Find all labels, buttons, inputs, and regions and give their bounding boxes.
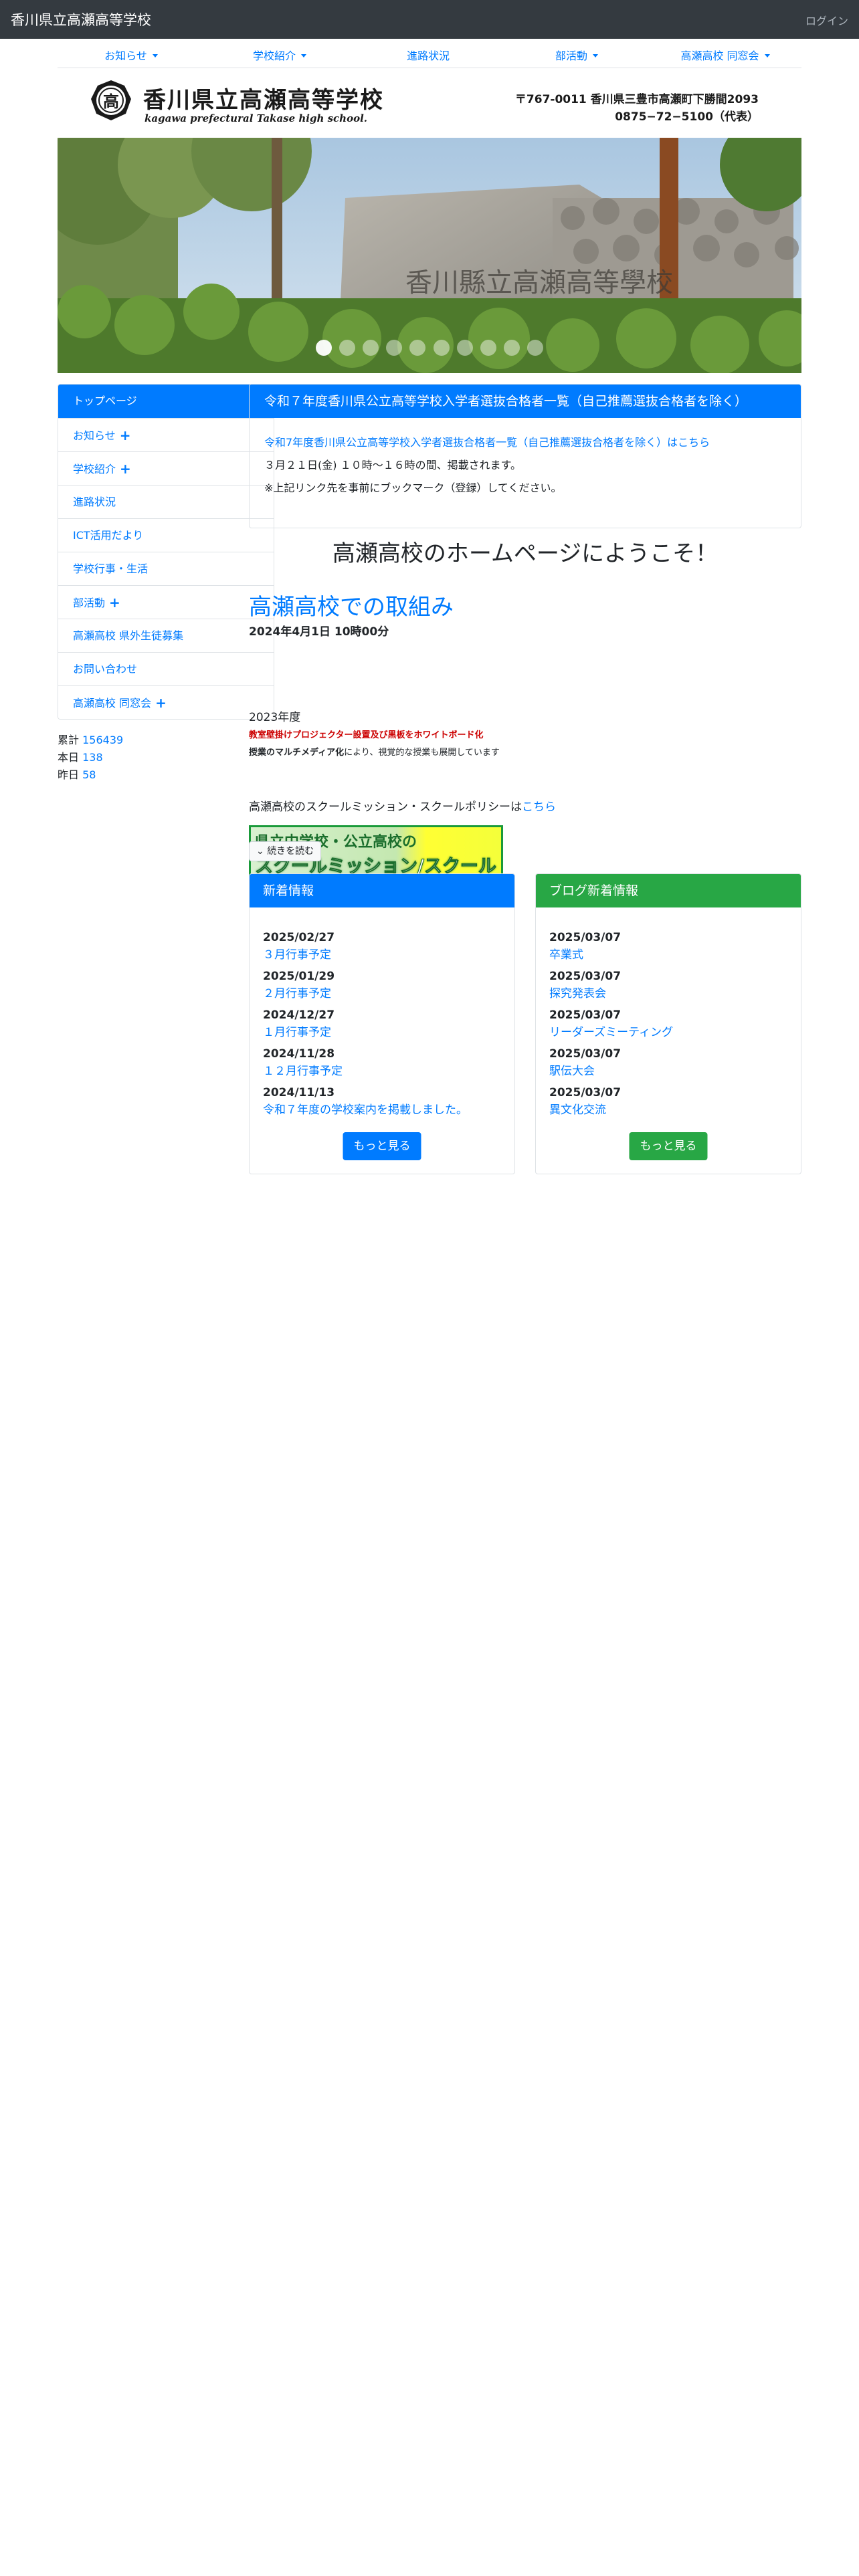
news-item: 2024/11/13 令和７年度の学校案内を掲載しました。 [263, 1086, 468, 1117]
carousel-indicator[interactable] [363, 340, 379, 356]
article-multimedia-text: 授業のマルチメディア化により、視覚的な授業も展開しています [249, 748, 500, 758]
carousel-indicator[interactable] [527, 340, 543, 356]
chevron-down-icon: ⌄ [256, 846, 264, 857]
welcome-heading: 高瀬高校のホームページにようこそ！ [332, 540, 719, 567]
admission-notice-card: 令和７年度香川県公立高等学校入学者選抜合格者一覧（自己推薦選抜合格者を除く） 令… [249, 384, 801, 528]
blog-item-link[interactable]: 異文化交流 [549, 1103, 606, 1117]
counter-yesterday-label: 昨日 [58, 768, 80, 781]
chevron-down-icon [593, 54, 598, 58]
news-item-link[interactable]: ２月行事予定 [263, 987, 331, 1000]
blog-item-link[interactable]: 探究発表会 [549, 987, 606, 1000]
sidebar-item-career[interactable]: 進路状況 [58, 485, 274, 518]
chevron-down-icon [764, 54, 770, 58]
news-item-link[interactable]: １月行事予定 [263, 1026, 331, 1039]
news-panel: 新着情報 2025/02/27 ３月行事予定 2025/01/29 ２月行事予定 2… [249, 873, 515, 1174]
menu-item-clubs[interactable]: 部活動 [503, 47, 650, 63]
school-header-banner[interactable]: 高 香川県立高瀬高等学校 kagawa prefectural Takase h… [58, 68, 801, 138]
sidebar-item-recruit[interactable]: 高瀬高校 県外生徒募集 [58, 619, 274, 652]
article-highlight: 教室壁掛けプロジェクター設置及び黒板をホワイトボード化 [249, 730, 484, 740]
blog-item: 2025/03/07 駅伝大会 [549, 1047, 622, 1078]
blog-item: 2025/03/07 卒業式 [549, 931, 622, 962]
carousel-indicator[interactable] [386, 340, 403, 356]
sidebar-item-contact[interactable]: お問い合わせ [58, 652, 274, 685]
plus-icon[interactable]: + [120, 419, 131, 452]
blog-item: 2025/03/07 異文化交流 [549, 1086, 622, 1117]
sidebar-nav: トップページ お知らせ + 学校紹介 + 進路状況 ICT活用だより 学校行事・生活… [58, 384, 274, 720]
counter-today-label: 本日 [58, 751, 80, 764]
sidebar-item-top[interactable]: トップページ [58, 385, 274, 418]
plus-icon[interactable]: + [109, 586, 120, 619]
site-title-link[interactable]: 香川県立高瀬高等学校 [11, 9, 151, 29]
news-item: 2025/01/29 ２月行事予定 [263, 970, 335, 1000]
access-counter: 累計 156439 本日 138 昨日 58 [58, 732, 123, 784]
article-title[interactable]: 高瀬高校での取組み [249, 588, 454, 621]
news-item: 2025/02/27 ３月行事予定 [263, 931, 335, 962]
hero-carousel[interactable]: 香川縣立高瀬高等學校 [58, 138, 801, 373]
sidebar-item-clubs[interactable]: 部活動 + [58, 585, 274, 619]
emblem-character: 高 [103, 92, 119, 111]
top-navbar: 香川県立高瀬高等学校 ログイン [0, 0, 859, 39]
mission-link[interactable]: こちら [522, 800, 556, 814]
carousel-indicator[interactable] [456, 340, 473, 356]
news-item-link[interactable]: ３月行事予定 [263, 948, 331, 962]
article-year: 2023年度 [249, 711, 301, 724]
school-gate-photo: 香川縣立高瀬高等學校 [58, 138, 801, 373]
menu-item-news[interactable]: お知らせ [58, 47, 205, 63]
blog-panel: ブログ新着情報 2025/03/07 卒業式 2025/03/07 探究発表会 20… [535, 873, 801, 1174]
news-item-link[interactable]: 令和７年度の学校案内を掲載しました。 [263, 1103, 468, 1117]
counter-total-value: 156439 [82, 734, 124, 746]
carousel-indicator[interactable] [503, 340, 520, 356]
counter-total-label: 累計 [58, 734, 80, 746]
news-panel-title: 新着情報 [250, 874, 514, 907]
school-contact: 〒767-0011 香川県三豊市高瀬町下勝間2093 0875−72−5100（… [515, 91, 759, 126]
counter-today-value: 138 [82, 751, 103, 764]
notice-title: 令和７年度香川県公立高等学校入学者選抜合格者一覧（自己推薦選抜合格者を除く） [250, 385, 801, 418]
school-emblem-icon: 高 [91, 80, 131, 120]
news-item-link[interactable]: １２月行事予定 [263, 1065, 343, 1078]
news-item: 2024/12/27 １月行事予定 [263, 1008, 335, 1039]
blog-item-link[interactable]: 卒業式 [549, 948, 583, 962]
sidebar-item-school-intro[interactable]: 学校紹介 + [58, 451, 274, 485]
menu-item-alumni[interactable]: 高瀬高校 同窓会 [652, 47, 799, 63]
main-menu: お知らせ 学校紹介 進路状況 部活動 高瀬高校 同窓会 [58, 39, 801, 68]
blog-item: 2025/03/07 探究発表会 [549, 970, 622, 1000]
blog-item: 2025/03/07 リーダーズミーティング [549, 1008, 674, 1039]
school-address: 〒767-0011 香川県三豊市高瀬町下勝間2093 [514, 93, 759, 106]
notice-line-2: ※上記リンク先を事前にブックマーク（登録）してください。 [264, 481, 562, 494]
carousel-indicator[interactable] [480, 340, 496, 356]
mission-text: 高瀬高校のスクールミッション・スクールポリシーはこちら [249, 800, 556, 814]
blog-item-link[interactable]: 駅伝大会 [549, 1065, 595, 1078]
notice-line-1: ３月２１日(金) １０時〜１６時の間、掲載されます。 [264, 459, 521, 471]
plus-icon[interactable]: + [155, 686, 167, 719]
carousel-indicator[interactable] [339, 340, 356, 356]
school-phone: 0875−72−5100（代表） [615, 110, 759, 124]
news-more-button[interactable]: もっと見る [343, 1132, 421, 1160]
counter-yesterday-value: 58 [82, 768, 96, 781]
carousel-indicator[interactable] [316, 340, 332, 356]
sidebar-item-news[interactable]: お知らせ + [58, 418, 274, 451]
read-more-button[interactable]: ⌄ 続きを読む [249, 841, 322, 861]
carousel-indicator[interactable] [433, 340, 450, 356]
sidebar-item-events[interactable]: 学校行事・生活 [58, 552, 274, 585]
plus-icon[interactable]: + [120, 452, 131, 486]
chevron-down-icon [152, 54, 158, 58]
blog-panel-title: ブログ新着情報 [536, 874, 801, 907]
carousel-indicator[interactable] [409, 340, 426, 356]
blog-item-link[interactable]: リーダーズミーティング [549, 1026, 673, 1039]
menu-item-career[interactable]: 進路状況 [355, 47, 502, 63]
login-link[interactable]: ログイン [805, 12, 848, 28]
blog-more-button[interactable]: もっと見る [629, 1132, 708, 1160]
school-name-jp: 香川県立高瀬高等学校 [143, 87, 384, 114]
news-item: 2024/11/28 １２月行事予定 [263, 1047, 343, 1078]
stone-inscription: 香川縣立高瀬高等學校 [405, 267, 673, 298]
menu-item-school-intro[interactable]: 学校紹介 [206, 47, 353, 63]
notice-link[interactable]: 令和7年度香川県公立高等学校入学者選抜合格者一覧（自己推薦選抜合格者を除く）はこ… [264, 436, 710, 449]
school-name-en: kagawa prefectural Takase high school. [145, 112, 368, 124]
carousel-indicators [58, 340, 801, 358]
sidebar-item-alumni[interactable]: 高瀬高校 同窓会 + [58, 685, 274, 719]
chevron-down-icon [301, 54, 306, 58]
article-date: 2024年4月1日 10時00分 [249, 625, 389, 639]
sidebar-item-ict[interactable]: ICT活用だより [58, 518, 274, 552]
